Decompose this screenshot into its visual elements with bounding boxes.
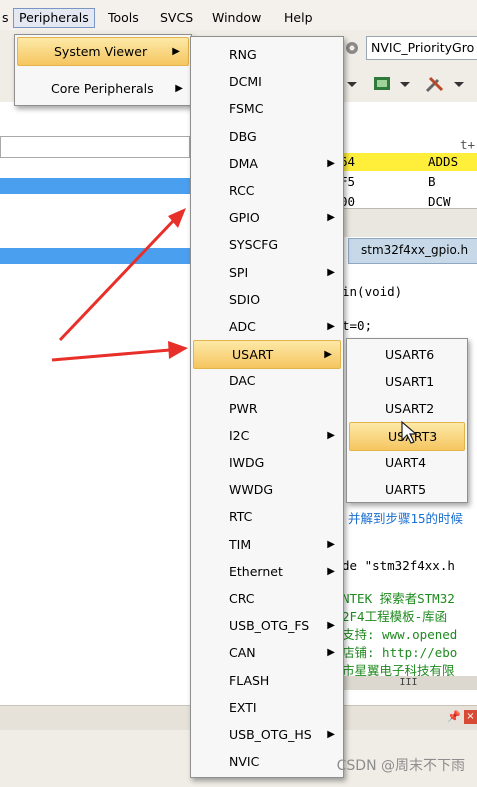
menu-item-label: TIM [229, 536, 252, 552]
menu-item-label: DMA [229, 155, 258, 171]
red-arrow-gpio [58, 218, 176, 342]
menu-item-label: FSMC [229, 101, 264, 117]
menu-item-exti[interactable]: EXTI [191, 694, 343, 721]
system-viewer-menu: RNG DCMI FSMC DBG DMA ▶ RCC GPIO ▶ SYSCFG SPI ▶ SDIO… [190, 36, 344, 778]
menu-item-dbg[interactable]: DBG [191, 123, 343, 150]
menu-item-label: GPIO [229, 210, 260, 226]
menu-item-label: SDIO [229, 291, 261, 307]
menu-item-can[interactable]: CAN ▶ [191, 639, 343, 666]
menu-item-flash[interactable]: FLASH [191, 667, 343, 694]
menu-item-usart[interactable]: USART ▶ [193, 340, 341, 370]
submenu-arrow-icon: ▶ [327, 266, 335, 278]
menu-item-rtc[interactable]: RTC [191, 503, 343, 530]
menu-item-i2c[interactable]: I2C ▶ [191, 422, 343, 449]
menu-item-usb-otg-fs[interactable]: USB_OTG_FS ▶ [191, 612, 343, 639]
menu-item-label: RCC [229, 183, 255, 198]
menu-item-label: UART5 [385, 482, 427, 497]
menu-item-usb-otg-hs[interactable]: USB_OTG_HS ▶ [191, 721, 343, 748]
menu-item-usart6[interactable]: USART6 [347, 341, 467, 368]
menu-item-label: DBG [229, 128, 257, 144]
menu-item-label: CAN [229, 645, 256, 661]
menu-item-nvic[interactable]: NVIC [191, 748, 343, 775]
menu-item-label: USART2 [385, 401, 435, 416]
menu-item-rng[interactable]: RNG [191, 41, 343, 68]
menu-item-label: USART6 [385, 347, 435, 362]
menu-item-label: UART4 [385, 455, 427, 470]
menu-item-tim[interactable]: TIM ▶ [191, 531, 343, 558]
menu-item-label: SPI [229, 264, 249, 280]
submenu-arrow-icon: ▶ [172, 46, 180, 57]
red-arrow-usart [51, 348, 171, 362]
menu-item-usart1[interactable]: USART1 [347, 368, 467, 395]
menu-item-label: Ethernet [229, 563, 283, 579]
menu-item-dac[interactable]: DAC [191, 367, 343, 394]
menu-item-crc[interactable]: CRC [191, 585, 343, 612]
menu-item-label: RTC [229, 509, 253, 525]
menu-item-system-viewer[interactable]: System Viewer ▶ [17, 37, 189, 66]
menu-item-syscfg[interactable]: SYSCFG [191, 231, 343, 258]
mouse-cursor-icon [401, 420, 418, 444]
menu-item-label: RNG [229, 47, 257, 62]
menu-item-usart2[interactable]: USART2 [347, 395, 467, 422]
menu-item-sdio[interactable]: SDIO [191, 286, 343, 313]
submenu-arrow-icon: ▶ [327, 620, 335, 632]
menu-item-label: USB_OTG_HS [229, 727, 312, 742]
menu-item-label: DAC [229, 373, 256, 389]
menu-item-label: USB_OTG_FS [229, 618, 310, 634]
submenu-arrow-icon: ▶ [324, 349, 332, 361]
submenu-arrow-icon: ▶ [327, 212, 335, 224]
menu-item-wwdg[interactable]: WWDG [191, 476, 343, 503]
submenu-arrow-icon: ▶ [327, 429, 335, 441]
menu-item-label: I2C [229, 427, 250, 443]
menu-item-label: IWDG [229, 455, 265, 470]
menu-item-label: CRC [229, 591, 255, 606]
menu-item-spi[interactable]: SPI ▶ [191, 259, 343, 286]
submenu-arrow-icon: ▶ [327, 565, 335, 577]
menu-item-label: WWDG [229, 482, 274, 498]
menu-item-dma[interactable]: DMA ▶ [191, 150, 343, 177]
menu-item-fsmc[interactable]: FSMC [191, 95, 343, 122]
menu-item-label: NVIC [229, 754, 260, 770]
menu-item-adc[interactable]: ADC ▶ [191, 313, 343, 340]
menu-item-label: ADC [229, 319, 256, 334]
menu-item-uart5[interactable]: UART5 [347, 476, 467, 503]
submenu-arrow-icon: ▶ [327, 538, 335, 550]
menu-item-gpio[interactable]: GPIO ▶ [191, 204, 343, 231]
menu-item-label: PWR [229, 400, 258, 416]
menu-item-dcmi[interactable]: DCMI [191, 68, 343, 95]
menu-item-label: USART [232, 347, 274, 363]
submenu-arrow-icon: ▶ [327, 321, 335, 332]
menu-item-rcc[interactable]: RCC [191, 177, 343, 204]
submenu-arrow-icon: ▶ [175, 83, 183, 94]
menu-item-uart4[interactable]: UART4 [347, 449, 467, 476]
submenu-arrow-icon: ▶ [327, 157, 335, 169]
menu-item-ethernet[interactable]: Ethernet ▶ [191, 558, 343, 585]
menu-item-iwdg[interactable]: IWDG [191, 449, 343, 476]
menu-item-label: DCMI [229, 74, 262, 90]
peripherals-menu: System Viewer ▶ Core Peripherals ▶ [14, 34, 192, 106]
menu-item-label: SYSCFG [229, 237, 279, 253]
submenu-arrow-icon: ▶ [327, 729, 335, 740]
submenu-arrow-icon: ▶ [327, 647, 335, 659]
menu-item-pwr[interactable]: PWR [191, 395, 343, 422]
red-arrow-usart-head [168, 341, 188, 359]
menu-item-label: FLASH [229, 672, 270, 688]
menu-item-label: USART1 [385, 374, 435, 389]
watermark: CSDN @周末不下雨 [336, 758, 465, 774]
menu-item-core-peripherals[interactable]: Core Peripherals ▶ [15, 75, 191, 102]
menu-item-label: EXTI [229, 699, 257, 715]
